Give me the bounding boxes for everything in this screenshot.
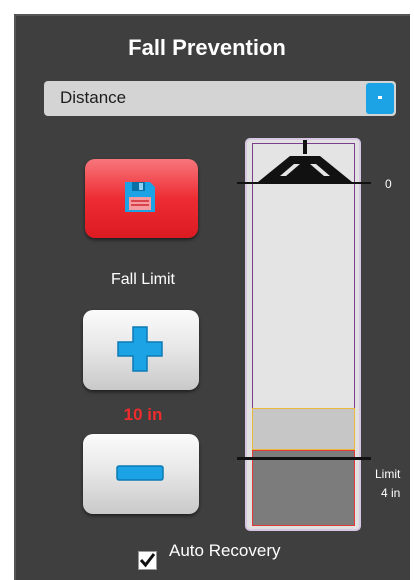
fall-limit-label: Fall Limit [110, 271, 175, 288]
floppy-disk-icon [125, 182, 155, 212]
warning-zone [252, 408, 355, 450]
mode-dropdown[interactable]: Distance [44, 81, 396, 116]
fall-limit-value: 10 in [123, 405, 163, 424]
save-button[interactable] [85, 159, 198, 238]
plus-icon [117, 326, 163, 372]
chevron-down-icon [378, 96, 382, 100]
checkmark-icon [139, 553, 156, 568]
limit-line[interactable] [237, 457, 371, 460]
increase-limit-button[interactable] [83, 310, 199, 390]
limit-value-label: 4 in [381, 486, 401, 500]
zero-label: 0 [385, 177, 392, 191]
auto-recovery-checkbox[interactable] [138, 551, 157, 570]
limit-label: Limit [375, 467, 401, 481]
minus-icon [116, 465, 164, 481]
decrease-limit-button[interactable] [83, 434, 199, 514]
auto-recovery-label: Auto Recovery [169, 541, 281, 560]
mode-dropdown-value: Distance [60, 88, 127, 107]
zero-line [237, 182, 371, 184]
panel-title: Fall Prevention [128, 35, 286, 60]
dropdown-arrow-button[interactable] [366, 83, 394, 114]
danger-zone [252, 450, 355, 526]
